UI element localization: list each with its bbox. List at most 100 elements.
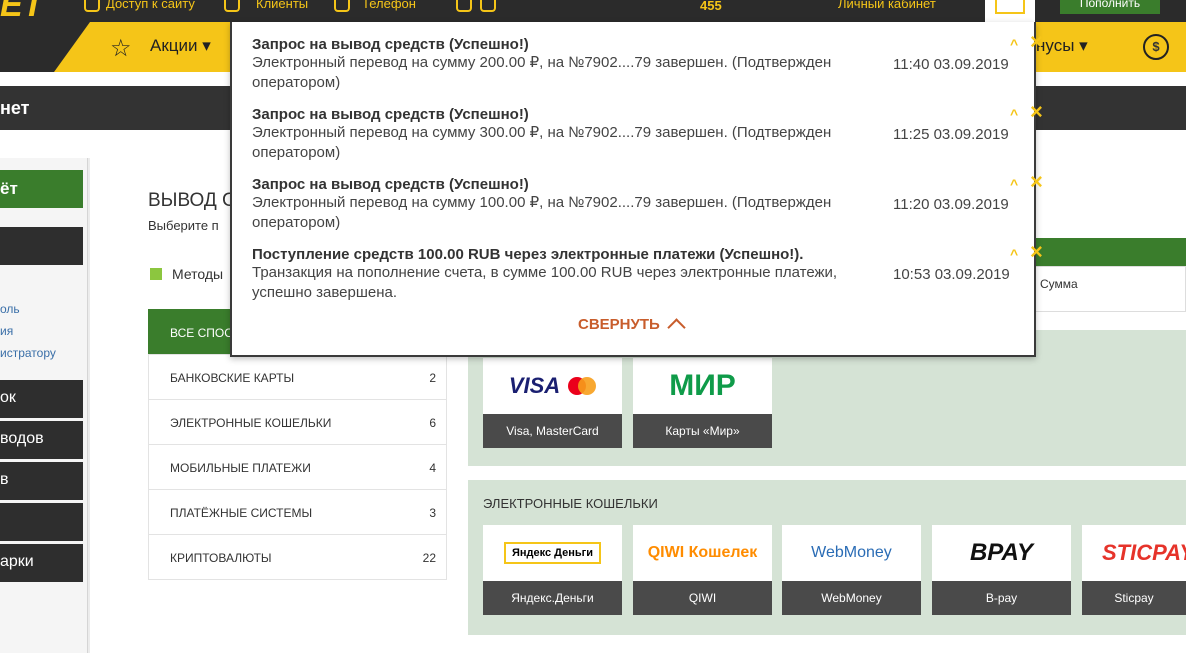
personal-cabinet-link[interactable]: Личный кабинет xyxy=(838,0,936,11)
payment-card-label: Sticpay xyxy=(1082,581,1186,615)
methods-checkbox[interactable] xyxy=(150,268,162,280)
envelope-icon xyxy=(995,0,1025,14)
payment-card-bpay[interactable]: BPAY B-pay xyxy=(932,525,1071,615)
chevron-up-icon[interactable]: ^ xyxy=(1010,106,1018,122)
chevron-up-icon[interactable]: ^ xyxy=(1010,36,1018,52)
close-icon[interactable]: × xyxy=(1030,241,1043,263)
payment-card-webmoney[interactable]: WebMoney WebMoney xyxy=(782,525,921,615)
sidebar-item-1[interactable]: ок xyxy=(0,380,83,418)
close-icon[interactable]: × xyxy=(1030,171,1043,193)
methods-filter[interactable]: Методы xyxy=(150,266,223,282)
notification-body: Электронный перевод на сумму 200.00 ₽, н… xyxy=(252,54,832,91)
category-label: ПЛАТЁЖНЫЕ СИСТЕМЫ xyxy=(170,506,313,520)
category-label: ВСЕ СПОС xyxy=(170,326,233,340)
category-count: 2 xyxy=(429,371,436,385)
instagram-icon[interactable] xyxy=(480,0,496,12)
nav-bonus[interactable]: нусы ▾ xyxy=(1036,36,1088,56)
category-label: ЭЛЕКТРОННЫЕ КОШЕЛЬКИ xyxy=(170,416,332,430)
notification-time: 11:20 03.09.2019 xyxy=(893,196,1009,213)
withdraw-subheading: Выберите п xyxy=(148,218,219,233)
chevron-up-icon[interactable]: ^ xyxy=(1010,176,1018,192)
chevron-up-icon[interactable]: ^ xyxy=(1010,246,1018,262)
history-table-header xyxy=(1035,238,1186,266)
nav-decoration xyxy=(0,22,90,72)
sidebar-link-3[interactable]: истратору xyxy=(0,346,56,360)
sidebar-item-empty[interactable] xyxy=(0,503,83,541)
close-icon[interactable]: × xyxy=(1030,101,1043,123)
visa-mastercard-logo: VISA xyxy=(483,358,622,414)
notification-counter[interactable]: 455 xyxy=(700,0,722,13)
clients-link[interactable]: Клиенты xyxy=(256,0,308,11)
mastercard-orange-circle xyxy=(578,377,597,395)
star-icon: ☆ xyxy=(110,35,132,62)
sidebar-link-1[interactable]: оль xyxy=(0,302,20,316)
qiwi-logo: QIWI Кошелек xyxy=(633,525,772,581)
category-item-mobile[interactable]: МОБИЛЬНЫЕ ПЛАТЕЖИ 4 xyxy=(148,444,447,490)
yandex-logo-text: Яндекс Деньги xyxy=(503,542,602,564)
category-item-bank-cards[interactable]: БАНКОВСКИЕ КАРТЫ 2 xyxy=(148,354,447,400)
notification-title: Поступление средств 100.00 RUB через эле… xyxy=(252,246,804,263)
bpay-logo-text: BPAY xyxy=(969,539,1034,566)
site-access-link[interactable]: Доступ к сайту xyxy=(106,0,195,11)
category-label: БАНКОВСКИЕ КАРТЫ xyxy=(170,371,295,385)
phone-link[interactable]: Телефон xyxy=(362,0,416,11)
category-item-e-wallets[interactable]: ЭЛЕКТРОННЫЕ КОШЕЛЬКИ 6 xyxy=(148,399,447,445)
visa-logo-text: VISA xyxy=(508,373,561,398)
category-count: 3 xyxy=(429,506,436,520)
notifications-button[interactable] xyxy=(985,0,1035,22)
coin-icon[interactable]: $ xyxy=(1143,34,1169,60)
webmoney-logo: WebMoney xyxy=(782,525,921,581)
notification-title: Запрос на вывод средств (Успешно!) xyxy=(252,176,529,193)
chevron-up-icon xyxy=(667,318,686,337)
payment-card-label: WebMoney xyxy=(782,581,921,615)
payment-card-mir[interactable]: МИР Карты «Мир» xyxy=(633,358,772,448)
category-label: МОБИЛЬНЫЕ ПЛАТЕЖИ xyxy=(170,461,311,475)
category-item-crypto[interactable]: КРИПТОВАЛЮТЫ 22 xyxy=(148,534,447,580)
payment-card-label: QIWI xyxy=(633,581,772,615)
sidebar-item-4[interactable]: арки xyxy=(0,544,83,582)
top-up-button[interactable]: Пополнить xyxy=(1060,0,1160,14)
payment-card-yandex[interactable]: Яндекс Деньги Яндекс.Деньги xyxy=(483,525,622,615)
notification-item: Запрос на вывод средств (Успешно!) Элект… xyxy=(252,101,1043,163)
notifications-popup: Запрос на вывод средств (Успешно!) Элект… xyxy=(230,22,1043,357)
payment-card-label: Visa, MasterCard xyxy=(483,414,622,448)
withdraw-heading: ВЫВОД С xyxy=(148,190,236,211)
sidebar-account-button[interactable]: ёт xyxy=(0,170,83,208)
nav-promo[interactable]: Акции ▾ xyxy=(150,36,211,56)
payment-card-label: B-pay xyxy=(932,581,1071,615)
category-count: 6 xyxy=(429,416,436,430)
notification-item: Запрос на вывод средств (Успешно!) Элект… xyxy=(252,31,1043,93)
webmoney-logo-text: WebMoney xyxy=(811,544,892,561)
sidebar-link-2[interactable]: ия xyxy=(0,324,13,338)
notification-item: Запрос на вывод средств (Успешно!) Элект… xyxy=(252,171,1043,233)
payment-card-qiwi[interactable]: QIWI Кошелек QIWI xyxy=(633,525,772,615)
collapse-button[interactable]: СВЕРНУТЬ xyxy=(578,316,686,337)
category-count: 4 xyxy=(429,461,436,475)
sidebar-item-3[interactable]: в xyxy=(0,462,83,500)
sidebar-item-2[interactable]: водов xyxy=(0,421,83,459)
category-item-payment-systems[interactable]: ПЛАТЁЖНЫЕ СИСТЕМЫ 3 xyxy=(148,489,447,535)
category-label: КРИПТОВАЛЮТЫ xyxy=(170,551,272,565)
payment-card-visa[interactable]: VISA Visa, MasterCard xyxy=(483,358,622,448)
yandex-logo: Яндекс Деньги xyxy=(483,525,622,581)
social-icon[interactable] xyxy=(456,0,472,12)
page-title: нет xyxy=(0,98,30,118)
nav-promo-label: Акции xyxy=(150,36,198,55)
shield-icon xyxy=(334,0,350,12)
collapse-label: СВЕРНУТЬ xyxy=(578,316,660,333)
sidebar-item-profile[interactable] xyxy=(0,227,83,265)
sum-label: Сумма xyxy=(1040,277,1078,291)
sticpay-logo-text: STICPAY xyxy=(1102,540,1186,565)
methods-label: Методы xyxy=(172,266,224,282)
qiwi-logo-text: QIWI Кошелек xyxy=(647,544,758,561)
bpay-logo: BPAY xyxy=(932,525,1071,581)
notification-time: 11:25 03.09.2019 xyxy=(893,126,1009,143)
notification-title: Запрос на вывод средств (Успешно!) xyxy=(252,106,529,123)
notification-body: Электронный перевод на сумму 300.00 ₽, н… xyxy=(252,124,832,161)
notification-time: 11:40 03.09.2019 xyxy=(893,56,1009,73)
payment-card-sticpay[interactable]: STICPAY Sticpay xyxy=(1082,525,1186,615)
notification-item: Поступление средств 100.00 RUB через эле… xyxy=(252,241,1043,303)
notification-title: Запрос на вывод средств (Успешно!) xyxy=(252,36,529,53)
close-icon[interactable]: × xyxy=(1030,31,1043,53)
clients-icon xyxy=(224,0,240,12)
